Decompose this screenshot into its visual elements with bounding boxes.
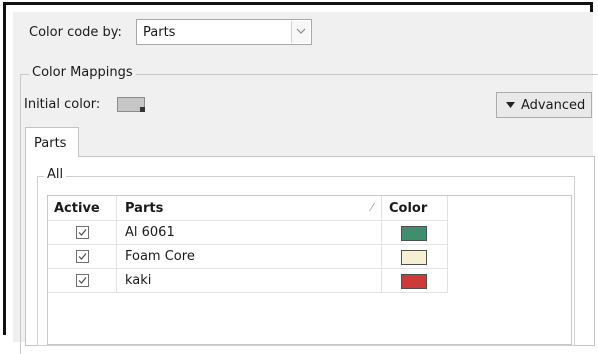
column-header-color[interactable]: Color: [382, 196, 448, 221]
part-name-cell: Foam Core: [117, 245, 382, 269]
column-header-active-label: Active: [54, 201, 100, 216]
active-checkbox[interactable]: [76, 250, 89, 263]
initial-color-label: Initial color:: [24, 97, 101, 112]
column-header-color-label: Color: [389, 201, 428, 216]
part-name: kaki: [125, 273, 152, 288]
color-cell[interactable]: [382, 245, 448, 269]
active-checkbox[interactable]: [76, 274, 89, 287]
all-group-title: All: [44, 167, 67, 182]
color-swatch[interactable]: [401, 274, 427, 289]
checkmark-icon: [78, 277, 87, 284]
color-swatch[interactable]: [401, 250, 427, 265]
active-checkbox[interactable]: [76, 226, 89, 239]
table-row[interactable]: kaki: [48, 269, 448, 293]
color-mappings-title: Color Mappings: [29, 65, 136, 80]
table-row[interactable]: Foam Core: [48, 245, 448, 269]
part-name-cell: Al 6061: [117, 221, 382, 245]
column-header-active[interactable]: Active: [48, 196, 117, 221]
parts-table: Active Parts ⁄ Color Al 6061 Foam Core k…: [47, 195, 572, 345]
dropdown-corner-icon: [140, 107, 145, 112]
active-cell[interactable]: [48, 245, 117, 269]
color-cell[interactable]: [382, 221, 448, 245]
color-swatch[interactable]: [401, 226, 427, 241]
part-name: Foam Core: [125, 249, 195, 264]
active-cell[interactable]: [48, 221, 117, 245]
tab-parts[interactable]: Parts: [25, 127, 79, 157]
color-code-dropdown[interactable]: Parts: [136, 19, 312, 45]
checkmark-icon: [78, 229, 87, 236]
column-header-parts-label: Parts: [125, 201, 164, 216]
checkmark-icon: [78, 253, 87, 260]
initial-color-swatch[interactable]: [117, 97, 145, 112]
tab-parts-label: Parts: [34, 136, 67, 151]
active-cell[interactable]: [48, 269, 117, 293]
advanced-button[interactable]: Advanced: [496, 92, 592, 118]
part-name: Al 6061: [125, 225, 175, 240]
color-code-label: Color code by:: [29, 25, 122, 40]
advanced-label: Advanced: [521, 98, 586, 113]
table-row[interactable]: Al 6061: [48, 221, 448, 245]
part-name-cell: kaki: [117, 269, 382, 293]
color-cell[interactable]: [382, 269, 448, 293]
triangle-down-icon: [506, 102, 515, 108]
sort-icon: ⁄: [371, 201, 373, 214]
color-code-value: Parts: [143, 25, 176, 40]
column-header-parts[interactable]: Parts ⁄: [117, 196, 382, 221]
chevron-down-icon[interactable]: [291, 21, 310, 43]
